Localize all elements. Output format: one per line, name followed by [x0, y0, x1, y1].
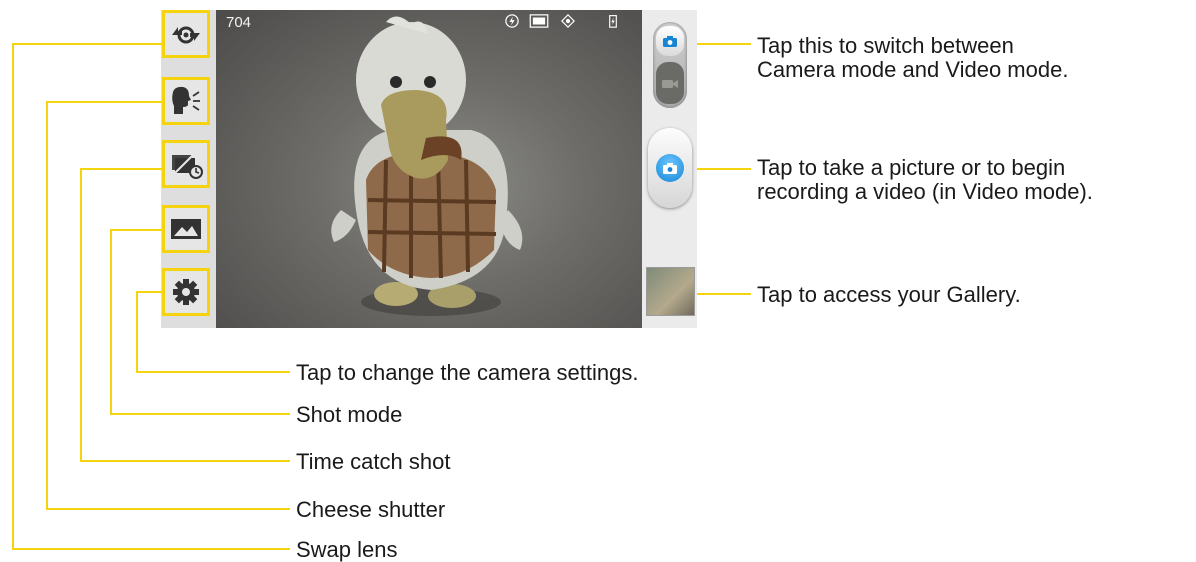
callout-line-cheese: [46, 101, 162, 103]
camera-settings-button[interactable]: [162, 268, 210, 316]
callout-line-shot-mode: [110, 229, 162, 231]
video-mode-option[interactable]: [656, 62, 684, 104]
cheese-shutter-button[interactable]: [162, 77, 210, 125]
callout-time-catch: Time catch shot: [296, 449, 451, 474]
camera-icon: [663, 35, 677, 47]
callout-mode-switch-line2: Camera mode and Video mode.: [757, 57, 1069, 82]
shot-counter: 704: [226, 14, 252, 31]
callout-line-swap-lens-bottom: [12, 548, 290, 550]
callout-swap-lens: Swap lens: [296, 537, 398, 562]
time-catch-shot-icon: [172, 152, 203, 179]
battery-charging-icon: [609, 15, 617, 28]
right-control-panel: [642, 10, 697, 328]
camera-shutter-icon: [663, 162, 677, 174]
callout-line-time-catch-bottom: [80, 460, 290, 462]
callout-settings: Tap to change the camera settings.: [296, 360, 639, 385]
time-catch-shot-button[interactable]: [162, 140, 210, 188]
capture-button-core: [656, 154, 684, 182]
callout-line-shot-mode-bottom: [110, 413, 290, 415]
camera-viewfinder[interactable]: 704: [216, 10, 642, 328]
resolution-5m-icon: [529, 14, 549, 28]
callout-line-cheese-vertical: [46, 101, 48, 510]
swap-lens-button[interactable]: [162, 10, 210, 58]
callout-line-swap-lens: [12, 43, 162, 45]
gallery-thumbnail[interactable]: [646, 267, 695, 316]
settings-gear-icon: [173, 279, 199, 305]
callout-capture-line1: Tap to take a picture or to begin: [757, 155, 1066, 180]
callout-gallery: Tap to access your Gallery.: [757, 282, 1021, 307]
swap-lens-icon: [172, 26, 200, 44]
callout-cheese: Cheese shutter: [296, 497, 446, 522]
capture-button[interactable]: [648, 128, 692, 208]
cheese-shutter-icon: [172, 86, 200, 114]
callout-line-cheese-bottom: [46, 508, 290, 510]
video-camera-icon: [662, 79, 678, 88]
callout-line-time-catch: [80, 168, 162, 170]
callout-capture-line2: recording a video (in Video mode).: [757, 179, 1093, 204]
callout-line-settings-vertical: [136, 291, 138, 373]
shot-mode-button[interactable]: [162, 205, 210, 253]
duck-figurine-image: [331, 16, 523, 316]
callout-line-shot-mode-vertical: [110, 229, 112, 415]
flash-auto-icon: [505, 14, 519, 28]
camera-video-mode-switch[interactable]: [653, 22, 687, 108]
callout-mode-switch-line1: Tap this to switch between: [757, 33, 1014, 58]
callout-line-time-catch-vertical: [80, 168, 82, 462]
callout-line-swap-lens-vertical: [12, 43, 14, 550]
focus-auto-icon: [561, 14, 575, 28]
callout-line-capture: [697, 168, 751, 170]
callout-line-settings: [136, 291, 162, 293]
shot-mode-icon: [171, 219, 201, 239]
camera-mode-option[interactable]: [656, 26, 684, 56]
callout-line-mode-switch: [697, 43, 751, 45]
callout-line-settings-bottom: [136, 371, 290, 373]
callout-line-gallery: [697, 293, 751, 295]
callout-shot-mode: Shot mode: [296, 402, 403, 427]
